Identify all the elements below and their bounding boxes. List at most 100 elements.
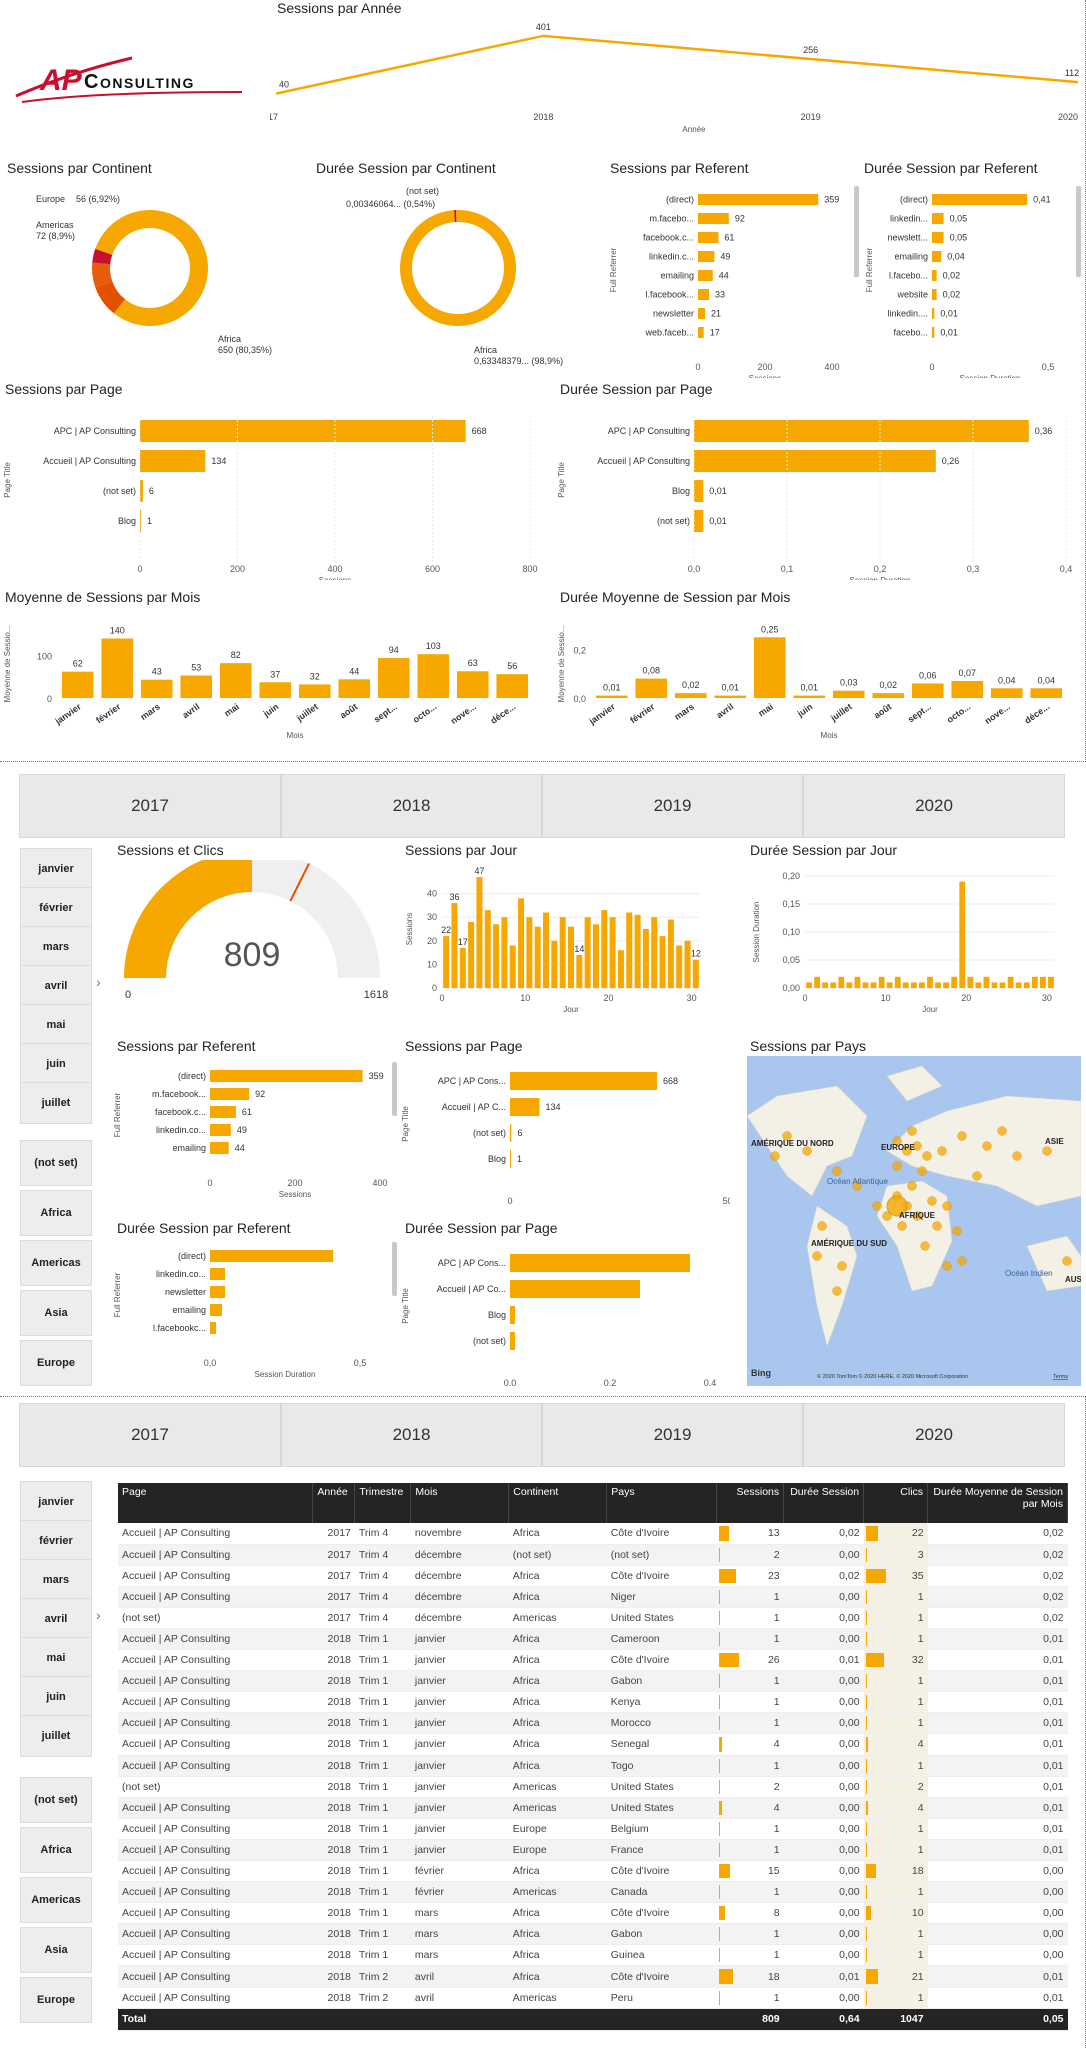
column-header[interactable]: Pays xyxy=(606,1483,718,1523)
x-tick-label: janvier xyxy=(53,701,84,727)
continent-slicer-africa[interactable]: Africa xyxy=(20,1190,92,1236)
sessions-day-chart[interactable]: 0 10 20 30 40 Sessions 22 36 17 47 14 12 0 10 20 30 Jour xyxy=(400,860,710,1020)
table-row[interactable]: Accueil | AP Consulting 2018 Trim 1 janvier… xyxy=(118,1733,1068,1756)
month3-slicer-mai[interactable]: mai xyxy=(20,1637,92,1679)
sessions-year-chart[interactable]: 0200400Sessions4020174012018256201911220… xyxy=(270,18,1086,154)
table-row[interactable]: Accueil | AP Consulting 2018 Trim 2 avril Af… xyxy=(118,1965,1068,1988)
column-header[interactable]: Durée Session xyxy=(783,1483,865,1523)
table-row[interactable]: Accueil | AP Consulting 2018 Trim 1 janvier… xyxy=(118,1691,1068,1714)
referent-duration-bar-chart[interactable]: (direct) 0,41 linkedin... 0,05 newslett... 0,… xyxy=(862,178,1084,378)
month-slicer-mai[interactable]: mai xyxy=(20,1004,92,1046)
chevron-right-icon[interactable]: › xyxy=(96,1607,101,1623)
day-duration-chart[interactable]: 0,00 0,05 0,10 0,15 0,20 Session Duration 0 10 2… xyxy=(745,860,1075,1020)
year-slicer-2017[interactable]: 2017 xyxy=(19,774,281,838)
month3-slicer-juillet[interactable]: juillet xyxy=(20,1715,92,1757)
bar xyxy=(496,674,529,698)
bar-data-label: 0,07 xyxy=(958,668,976,678)
month3-slicer-avril[interactable]: avril xyxy=(20,1598,92,1640)
data-table[interactable]: Page Année Trimestre Mois Continent Pays Sessi… xyxy=(118,1483,1068,2045)
table-row[interactable]: Accueil | AP Consulting 2017 Trim 4 décembr… xyxy=(118,1544,1068,1566)
column-header[interactable]: Clics xyxy=(863,1483,929,1523)
continent3-slicer-notset[interactable]: (not set) xyxy=(20,1777,92,1823)
continent3-slicer-africa[interactable]: Africa xyxy=(20,1827,92,1873)
table-row[interactable]: Accueil | AP Consulting 2017 Trim 4 novembr… xyxy=(118,1523,1068,1545)
table-row[interactable]: Accueil | AP Consulting 2017 Trim 4 décembr… xyxy=(118,1565,1068,1587)
column-header[interactable]: Trimestre xyxy=(354,1483,412,1523)
column-header[interactable]: Sessions xyxy=(716,1483,785,1523)
table-row[interactable]: (not set) 2017 Trim 4 décembre Americas Unite… xyxy=(118,1607,1068,1629)
table-row[interactable]: Accueil | AP Consulting 2018 Trim 1 janvier… xyxy=(118,1755,1068,1777)
continent3-slicer-asia[interactable]: Asia xyxy=(20,1927,92,1973)
x-tick-label: mars xyxy=(139,701,162,722)
month3-slicer-mars[interactable]: mars xyxy=(20,1559,92,1601)
chevron-right-icon[interactable]: › xyxy=(96,974,101,990)
sessions-clicks-gauge[interactable]: 1047 809 0 1618 xyxy=(112,860,402,1020)
category-label: APC | AP Consulting xyxy=(54,426,136,436)
continent-slicer-notset[interactable]: (not set) xyxy=(20,1140,92,1186)
continent-donut[interactable]: Africa650 (80,35%) Americas72 (8,9%) Europ… xyxy=(0,178,310,368)
year-slicer-2018[interactable]: 2018 xyxy=(281,774,542,838)
column-header[interactable]: Page xyxy=(118,1483,314,1523)
month-slicer-janvier[interactable]: janvier xyxy=(20,848,92,890)
column-header[interactable]: Mois xyxy=(410,1483,510,1523)
month-slicer-fevrier[interactable]: février xyxy=(20,887,92,929)
year-slicer-2020[interactable]: 2020 xyxy=(803,774,1065,838)
column-header[interactable]: Continent xyxy=(508,1483,608,1523)
table-row[interactable]: Accueil | AP Consulting 2018 Trim 1 janvier… xyxy=(118,1839,1068,1862)
data-table-grid[interactable]: Page Année Trimestre Mois Continent Pays Sessi… xyxy=(118,1483,1068,2031)
sessions-databar xyxy=(718,1927,720,1942)
table-row[interactable]: Accueil | AP Consulting 2018 Trim 1 janvier… xyxy=(118,1628,1068,1651)
table-row[interactable]: Accueil | AP Consulting 2018 Trim 1 janvier… xyxy=(118,1670,1068,1693)
column-header[interactable]: Durée Moyenne de Session par Mois xyxy=(927,1483,1068,1523)
column-header[interactable]: Année xyxy=(312,1483,356,1523)
year3-slicer-2020[interactable]: 2020 xyxy=(803,1403,1065,1467)
table-cell: 2018 xyxy=(312,1881,355,1904)
table-row[interactable]: Accueil | AP Consulting 2018 Trim 1 janvier… xyxy=(118,1797,1068,1819)
bar-data-label: 0,01 xyxy=(603,683,621,693)
year3-slicer-2017[interactable]: 2017 xyxy=(19,1403,281,1467)
page2-bar-chart[interactable]: APC | AP Cons... 668 Accueil | AP C... 134 (… xyxy=(400,1054,730,1204)
month3-slicer-juin[interactable]: juin xyxy=(20,1676,92,1718)
page2-duration-chart[interactable]: APC | AP Cons... Accueil | AP Co... Blog (n… xyxy=(400,1236,740,1386)
clicks-databar xyxy=(865,1631,867,1647)
month3-slicer-janvier[interactable]: janvier xyxy=(20,1481,92,1523)
table-row[interactable]: Accueil | AP Consulting 2018 Trim 1 janvier… xyxy=(118,1649,1068,1672)
month-slicer-avril[interactable]: avril xyxy=(20,965,92,1007)
month-slicer-juillet[interactable]: juillet xyxy=(20,1082,92,1124)
month3-slicer-fevrier[interactable]: février xyxy=(20,1520,92,1562)
table-row[interactable]: Accueil | AP Consulting 2018 Trim 1 mars Afr… xyxy=(118,1944,1068,1967)
table-cell: 0,01 xyxy=(927,1965,1068,1988)
table-cell: 1 xyxy=(863,1881,928,1904)
continent-duration-donut[interactable]: Africa0,63348379... (98,9%) (not set) 0,00… xyxy=(316,178,606,368)
referent2-duration-chart[interactable]: (direct) linkedin.co... newsletter emailing… xyxy=(112,1236,402,1386)
continent3-slicer-americas[interactable]: Americas xyxy=(20,1877,92,1923)
referent2-bar-chart[interactable]: (direct) 359 m.facebook... 92 facebook.c... 6… xyxy=(112,1054,402,1204)
table-row[interactable]: Accueil | AP Consulting 2018 Trim 1 janvier… xyxy=(118,1818,1068,1840)
month-slicer-juin[interactable]: juin xyxy=(20,1043,92,1085)
avg-month-bar-chart[interactable]: 0 100 Moyenne de Sessio... 62 janvier 140 févr… xyxy=(0,606,550,760)
continent3-slicer-europe[interactable]: Europe xyxy=(20,1977,92,2023)
table-row[interactable]: Accueil | AP Consulting 2018 Trim 1 mars Afr… xyxy=(118,1902,1068,1925)
avg-month-duration-bar-chart[interactable]: 0,0 0,2 Moyenne de Sessio... 0,01 janvier 0,0… xyxy=(554,606,1084,760)
continent-slicer-asia[interactable]: Asia xyxy=(20,1290,92,1336)
table-row[interactable]: (not set) 2018 Trim 1 janvier Americas United… xyxy=(118,1776,1068,1798)
page-bar-chart[interactable]: APC | AP Consulting 668 Accueil | AP Consu… xyxy=(0,400,550,580)
table-row[interactable]: Accueil | AP Consulting 2018 Trim 1 février… xyxy=(118,1881,1068,1904)
continent-slicer-americas[interactable]: Americas xyxy=(20,1240,92,1286)
table-row[interactable]: Accueil | AP Consulting 2018 Trim 1 janvier… xyxy=(118,1712,1068,1735)
page-duration-bar-chart[interactable]: APC | AP Consulting 0,36 Accueil | AP Cons… xyxy=(554,400,1084,580)
table-row[interactable]: Accueil | AP Consulting 2018 Trim 1 mars Afr… xyxy=(118,1923,1068,1946)
year3-slicer-2019[interactable]: 2019 xyxy=(542,1403,803,1467)
table-cell: 0,02 xyxy=(927,1607,1068,1629)
year-slicer-2019[interactable]: 2019 xyxy=(542,774,803,838)
x-tick-label: août xyxy=(338,701,359,720)
continent-slicer-europe[interactable]: Europe xyxy=(20,1340,92,1386)
table-row[interactable]: Accueil | AP Consulting 2017 Trim 4 décembr… xyxy=(118,1586,1068,1608)
x-tick-label: avril xyxy=(180,701,201,720)
referent-bar-chart[interactable]: (direct) 359 m.facebo... 92 facebook.c... 61 l… xyxy=(606,178,862,378)
table-row[interactable]: Accueil | AP Consulting 2018 Trim 2 avril Am… xyxy=(118,1987,1068,2009)
month-slicer-mars[interactable]: mars xyxy=(20,926,92,968)
sessions-country-map[interactable]: AMÉRIQUE DU NORD EUROPE ASIE Océan Atlantiq… xyxy=(747,1056,1081,1386)
table-row[interactable]: Accueil | AP Consulting 2018 Trim 1 février… xyxy=(118,1860,1068,1883)
year3-slicer-2018[interactable]: 2018 xyxy=(281,1403,542,1467)
